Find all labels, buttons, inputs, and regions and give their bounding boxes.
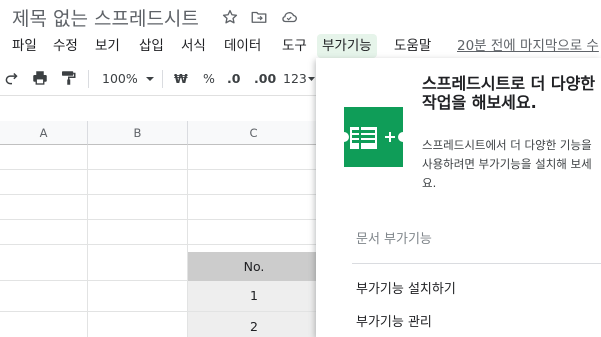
toolbar-divider [162,70,163,88]
menu-view[interactable]: 보기 [90,34,125,58]
grid-line [0,244,320,245]
grid-line [0,169,320,170]
spreadsheet-grid[interactable]: A B C No. 1 2 [0,121,320,337]
document-addons-section-label: 문서 부가기능 [356,232,432,247]
menu-data[interactable]: 데이터 [219,34,266,58]
sheets-addon-icon [342,105,405,173]
install-addons-menu-item[interactable]: 부가기능 설치하기 [356,278,456,297]
grid-line [0,194,320,195]
grid-line [87,145,88,337]
chevron-down-icon[interactable] [145,68,155,90]
cloud-saved-icon[interactable] [280,8,298,26]
paint-format-icon[interactable] [59,69,77,91]
manage-addons-menu-item[interactable]: 부가기능 관리 [356,311,432,330]
title-bar: 제목 없는 스프레드시트 [0,0,601,34]
addons-menu-panel: 스프레드시트로 더 다양한 작업을 해보세요. 스프레드시트에서 더 다양한 기… [316,58,601,337]
cell-c-value[interactable]: 1 [188,281,320,311]
menu-edit[interactable]: 수정 [48,34,83,58]
chevron-down-icon [307,77,315,81]
menu-format[interactable]: 서식 [176,34,211,58]
increase-decimal-button[interactable]: .00 [254,68,276,90]
grid-line [0,219,320,220]
cell-c-value[interactable]: 2 [188,312,320,337]
redo-icon[interactable] [3,69,21,91]
print-icon[interactable] [31,69,49,91]
menu-addons[interactable]: 부가기능 [317,34,377,58]
decrease-decimal-button[interactable]: .0 [227,68,240,90]
addons-heading: 스프레드시트로 더 다양한 작업을 해보세요. [422,74,596,112]
menu-file[interactable]: 파일 [7,34,42,58]
menu-help[interactable]: 도움말 [389,34,436,58]
menu-bar: 파일 수정 보기 삽입 서식 데이터 도구 부가기능 도움말 20분 전에 마지… [0,34,601,58]
more-formats-label: 123 [283,71,307,86]
column-header-c[interactable]: C [188,121,320,145]
toolbar-divider [88,70,89,88]
percent-format-button[interactable]: % [203,68,215,90]
menu-insert[interactable]: 삽입 [134,34,169,58]
last-edit-link[interactable]: 20분 전에 마지막으로 수 [457,34,599,58]
more-formats-button[interactable]: 123 [283,68,316,90]
menu-tools[interactable]: 도구 [277,34,312,58]
move-to-folder-icon[interactable] [250,8,268,26]
column-header-a[interactable]: A [0,121,88,145]
cell-c-header[interactable]: No. [188,252,320,281]
star-icon[interactable] [221,8,239,26]
currency-format-button[interactable]: ₩ [174,68,188,90]
document-title[interactable]: 제목 없는 스프레드시트 [12,4,199,31]
column-header-b[interactable]: B [88,121,188,145]
zoom-select[interactable]: 100% [102,68,138,90]
addons-description: 스프레드시트에서 더 다양한 기능을 사용하려면 부가기능을 설치해 보세요. [422,138,592,190]
zoom-value: 100% [102,71,138,86]
menu-divider [352,263,601,264]
